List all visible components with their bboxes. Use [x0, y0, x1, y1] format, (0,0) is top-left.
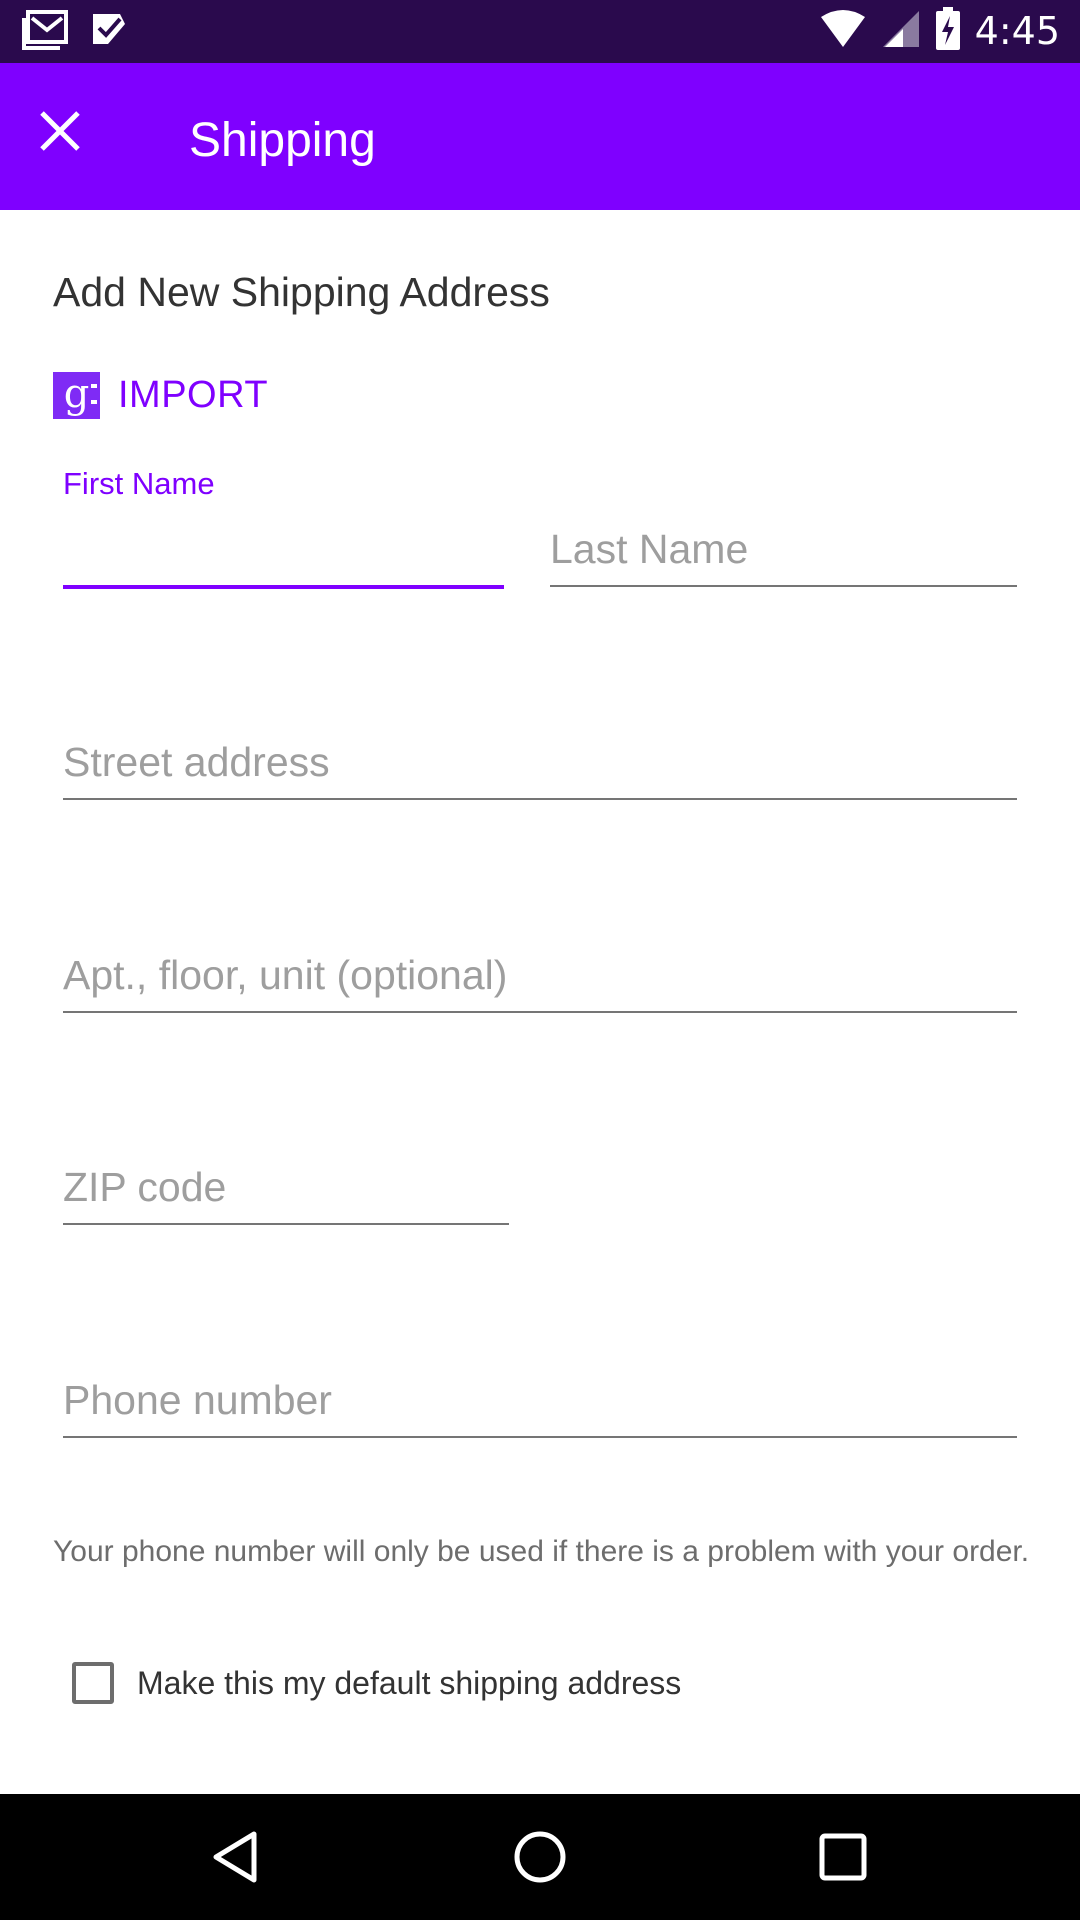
- zip-code-placeholder: ZIP code: [63, 1164, 227, 1210]
- first-name-underline: [63, 585, 504, 589]
- home-button[interactable]: [505, 1822, 575, 1892]
- wifi-icon: [819, 9, 867, 54]
- gmail-icon: [22, 10, 68, 55]
- last-name-underline: [550, 585, 1017, 587]
- page-title: Shipping: [189, 114, 376, 167]
- street-address-underline: [63, 798, 1017, 800]
- zip-code-underline: [63, 1223, 509, 1225]
- form-heading: Add New Shipping Address: [53, 269, 550, 315]
- import-button[interactable]: g IMPORT: [53, 372, 268, 419]
- street-address-field[interactable]: Street address: [63, 710, 1017, 800]
- recents-button[interactable]: [808, 1822, 878, 1892]
- app-bar: Shipping: [0, 63, 1080, 210]
- apt-field[interactable]: Apt., floor, unit (optional): [63, 923, 1017, 1013]
- navigation-bar: [0, 1794, 1080, 1920]
- close-button[interactable]: [32, 103, 88, 159]
- first-name-field[interactable]: [63, 500, 504, 589]
- notification-check-icon: [90, 10, 128, 55]
- street-address-placeholder: Street address: [63, 739, 330, 785]
- first-name-label: First Name: [63, 466, 215, 501]
- import-label: IMPORT: [118, 374, 269, 416]
- cell-signal-icon: [881, 9, 921, 54]
- phone-helper-text: Your phone number will only be used if t…: [53, 1535, 1030, 1568]
- apt-placeholder: Apt., floor, unit (optional): [63, 952, 508, 998]
- default-address-label: Make this my default shipping address: [137, 1664, 682, 1701]
- close-icon: [40, 111, 80, 151]
- default-address-checkbox[interactable]: [72, 1662, 114, 1704]
- phone-number-field[interactable]: Phone number: [63, 1348, 1017, 1438]
- recents-icon: [819, 1833, 867, 1881]
- status-bar: 4:45: [0, 0, 1080, 63]
- google-icon: g: [53, 372, 100, 419]
- last-name-field[interactable]: Last Name: [550, 500, 1017, 587]
- back-button[interactable]: [200, 1822, 270, 1892]
- battery-charging-icon: [935, 6, 961, 56]
- back-icon: [213, 1831, 257, 1883]
- apt-underline: [63, 1011, 1017, 1013]
- zip-code-field[interactable]: ZIP code: [63, 1135, 509, 1225]
- phone-number-placeholder: Phone number: [63, 1377, 332, 1423]
- status-time: 4:45: [974, 9, 1060, 53]
- last-name-placeholder: Last Name: [550, 526, 749, 572]
- default-address-row[interactable]: Make this my default shipping address: [72, 1662, 681, 1704]
- phone-number-underline: [63, 1436, 1017, 1438]
- home-icon: [514, 1831, 566, 1883]
